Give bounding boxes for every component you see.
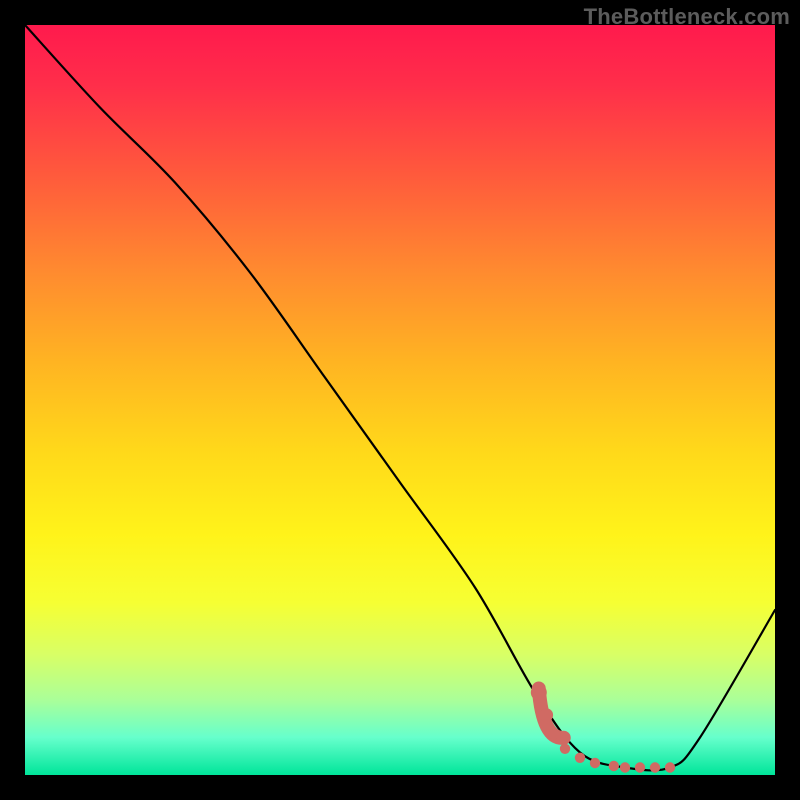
curve-layer <box>25 25 775 775</box>
valley-dot <box>665 762 675 772</box>
valley-dot <box>635 762 645 772</box>
valley-dot <box>548 728 559 739</box>
valley-dot <box>560 744 570 754</box>
valley-marker-dots <box>531 685 675 773</box>
plot-area <box>25 25 775 775</box>
valley-dot <box>620 762 630 772</box>
valley-dot <box>590 758 600 768</box>
valley-dot <box>609 761 619 771</box>
valley-dot <box>650 762 660 772</box>
chart-frame: TheBottleneck.com <box>0 0 800 800</box>
bottleneck-curve-path <box>25 25 775 770</box>
valley-dot <box>540 708 554 722</box>
valley-dot <box>531 685 547 701</box>
valley-dot <box>575 753 585 763</box>
